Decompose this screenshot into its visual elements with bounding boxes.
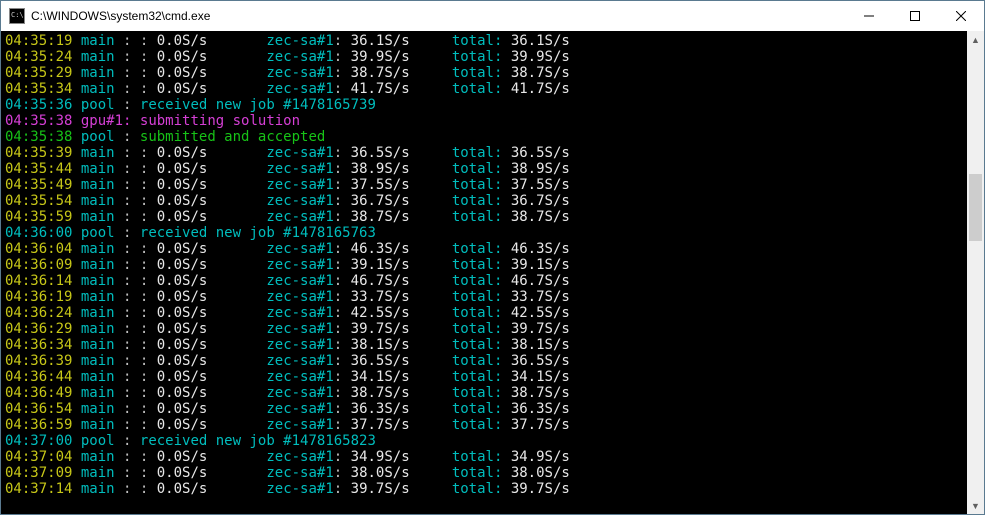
terminal-line: 04:35:38 pool : submitted and accepted — [5, 129, 967, 145]
terminal-line: 04:36:49 main : : 0.0S/s zec-sa#1: 38.7S… — [5, 385, 967, 401]
terminal-line: 04:35:29 main : : 0.0S/s zec-sa#1: 38.7S… — [5, 65, 967, 81]
terminal-line: 04:36:54 main : : 0.0S/s zec-sa#1: 36.3S… — [5, 401, 967, 417]
terminal-line: 04:37:09 main : : 0.0S/s zec-sa#1: 38.0S… — [5, 465, 967, 481]
terminal-line: 04:36:09 main : : 0.0S/s zec-sa#1: 39.1S… — [5, 257, 967, 273]
terminal-output[interactable]: 04:35:19 main : : 0.0S/s zec-sa#1: 36.1S… — [1, 31, 967, 514]
cmd-icon — [9, 8, 25, 24]
terminal-line: 04:35:24 main : : 0.0S/s zec-sa#1: 39.9S… — [5, 49, 967, 65]
close-button[interactable] — [938, 1, 984, 31]
window-title: C:\WINDOWS\system32\cmd.exe — [31, 9, 210, 23]
cmd-window: C:\WINDOWS\system32\cmd.exe 04:35:19 mai… — [0, 0, 985, 515]
terminal-line: 04:35:54 main : : 0.0S/s zec-sa#1: 36.7S… — [5, 193, 967, 209]
terminal-line: 04:35:49 main : : 0.0S/s zec-sa#1: 37.5S… — [5, 177, 967, 193]
terminal-line: 04:36:24 main : : 0.0S/s zec-sa#1: 42.5S… — [5, 305, 967, 321]
terminal-line: 04:36:59 main : : 0.0S/s zec-sa#1: 37.7S… — [5, 417, 967, 433]
terminal-line: 04:35:39 main : : 0.0S/s zec-sa#1: 36.5S… — [5, 145, 967, 161]
terminal-line: 04:35:44 main : : 0.0S/s zec-sa#1: 38.9S… — [5, 161, 967, 177]
titlebar[interactable]: C:\WINDOWS\system32\cmd.exe — [1, 1, 984, 31]
terminal-line: 04:36:19 main : : 0.0S/s zec-sa#1: 33.7S… — [5, 289, 967, 305]
terminal-line: 04:37:04 main : : 0.0S/s zec-sa#1: 34.9S… — [5, 449, 967, 465]
terminal-line: 04:35:38 gpu#1: submitting solution — [5, 113, 967, 129]
client-area: 04:35:19 main : : 0.0S/s zec-sa#1: 36.1S… — [1, 31, 984, 514]
scrollbar-track[interactable] — [967, 48, 984, 497]
scroll-down-arrow-icon[interactable]: ▼ — [967, 497, 984, 514]
terminal-line: 04:37:00 pool : received new job #147816… — [5, 433, 967, 449]
terminal-line: 04:36:34 main : : 0.0S/s zec-sa#1: 38.1S… — [5, 337, 967, 353]
terminal-line: 04:35:59 main : : 0.0S/s zec-sa#1: 38.7S… — [5, 209, 967, 225]
terminal-line: 04:35:36 pool : received new job #147816… — [5, 97, 967, 113]
minimize-button[interactable] — [846, 1, 892, 31]
scrollbar-thumb[interactable] — [969, 174, 982, 241]
terminal-line: 04:37:14 main : : 0.0S/s zec-sa#1: 39.7S… — [5, 481, 967, 497]
terminal-line: 04:36:00 pool : received new job #147816… — [5, 225, 967, 241]
terminal-line: 04:36:39 main : : 0.0S/s zec-sa#1: 36.5S… — [5, 353, 967, 369]
terminal-line: 04:35:34 main : : 0.0S/s zec-sa#1: 41.7S… — [5, 81, 967, 97]
scroll-up-arrow-icon[interactable]: ▲ — [967, 31, 984, 48]
terminal-line: 04:36:04 main : : 0.0S/s zec-sa#1: 46.3S… — [5, 241, 967, 257]
terminal-line: 04:36:14 main : : 0.0S/s zec-sa#1: 46.7S… — [5, 273, 967, 289]
terminal-line: 04:36:44 main : : 0.0S/s zec-sa#1: 34.1S… — [5, 369, 967, 385]
terminal-line: 04:36:29 main : : 0.0S/s zec-sa#1: 39.7S… — [5, 321, 967, 337]
maximize-button[interactable] — [892, 1, 938, 31]
terminal-line: 04:35:19 main : : 0.0S/s zec-sa#1: 36.1S… — [5, 33, 967, 49]
vertical-scrollbar[interactable]: ▲ ▼ — [967, 31, 984, 514]
